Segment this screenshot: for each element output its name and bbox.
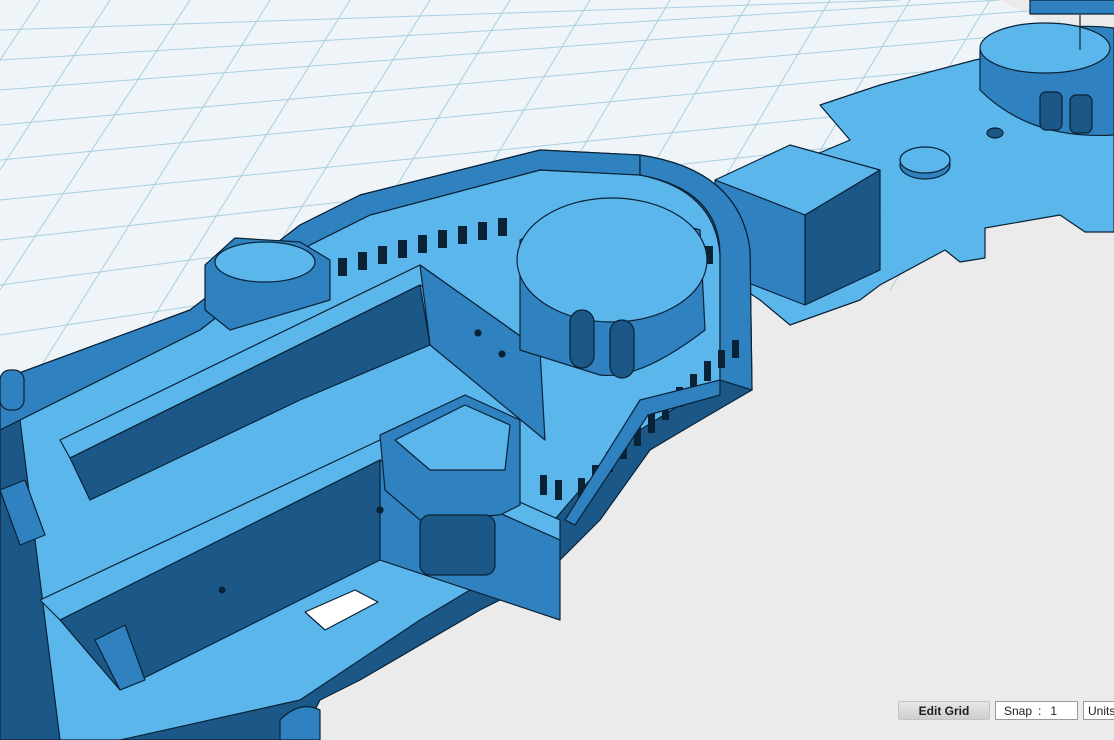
3d-viewport[interactable] <box>0 0 1114 740</box>
snap-label: Snap <box>1004 703 1033 718</box>
snap-separator: : <box>1038 703 1042 718</box>
units-dropdown[interactable]: Units <box>1083 701 1114 720</box>
edit-grid-button[interactable]: Edit Grid <box>898 701 990 720</box>
snap-value: 1 <box>1050 703 1058 718</box>
snap-dropdown[interactable]: Snap:1 <box>995 701 1078 720</box>
